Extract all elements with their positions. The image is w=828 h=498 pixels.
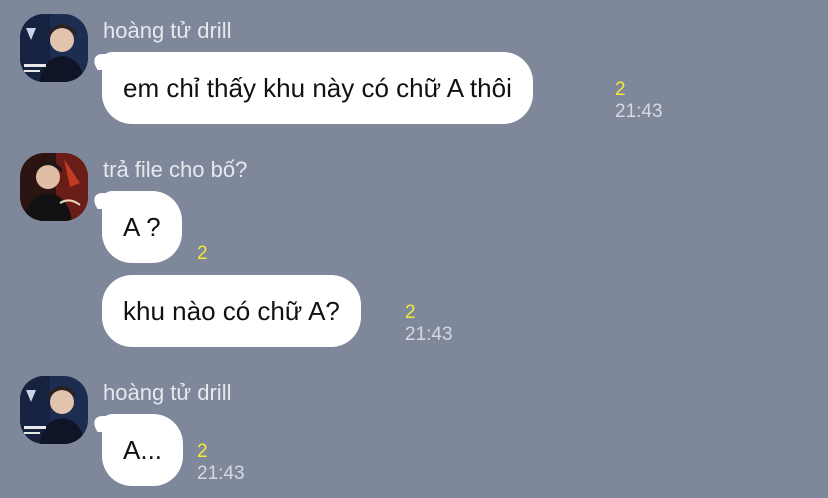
avatar[interactable] [20, 376, 88, 444]
avatar-photo-icon [20, 14, 88, 82]
sender-name: hoàng tử drill [103, 380, 232, 405]
message-row: A ? [102, 191, 182, 263]
avatar-photo-icon [20, 153, 88, 221]
message-bubble[interactable]: A... [102, 414, 184, 486]
read-count: 2 [405, 302, 416, 323]
message-bubble[interactable]: khu nào có chữ A? [102, 275, 361, 347]
message-meta: 2 21:43 [405, 302, 453, 346]
message-row: em chỉ thấy khu này có chữ A thôi [102, 52, 533, 124]
message-meta: 2 [197, 243, 208, 265]
timestamp: 21:43 [615, 101, 663, 122]
avatar[interactable] [20, 153, 88, 221]
message-meta: 2 21:43 [197, 441, 245, 485]
timestamp: 21:43 [405, 324, 453, 345]
message-bubble[interactable]: A ? [102, 191, 182, 263]
message-row: A... [102, 414, 184, 486]
avatar-photo-icon [20, 376, 88, 444]
message-meta: 2 21:43 [615, 79, 663, 123]
sender-name: trả file cho bố? [103, 157, 248, 182]
read-count: 2 [197, 441, 208, 462]
timestamp: 21:43 [197, 463, 245, 484]
read-count: 2 [197, 243, 208, 264]
sender-name: hoàng tử drill [103, 18, 232, 43]
read-count: 2 [615, 79, 626, 100]
chat-thread[interactable]: hoàng tử drill em chỉ thấy khu này có ch… [0, 0, 828, 498]
message-bubble[interactable]: em chỉ thấy khu này có chữ A thôi [102, 52, 533, 124]
message-row: khu nào có chữ A? [102, 275, 361, 347]
avatar[interactable] [20, 14, 88, 82]
